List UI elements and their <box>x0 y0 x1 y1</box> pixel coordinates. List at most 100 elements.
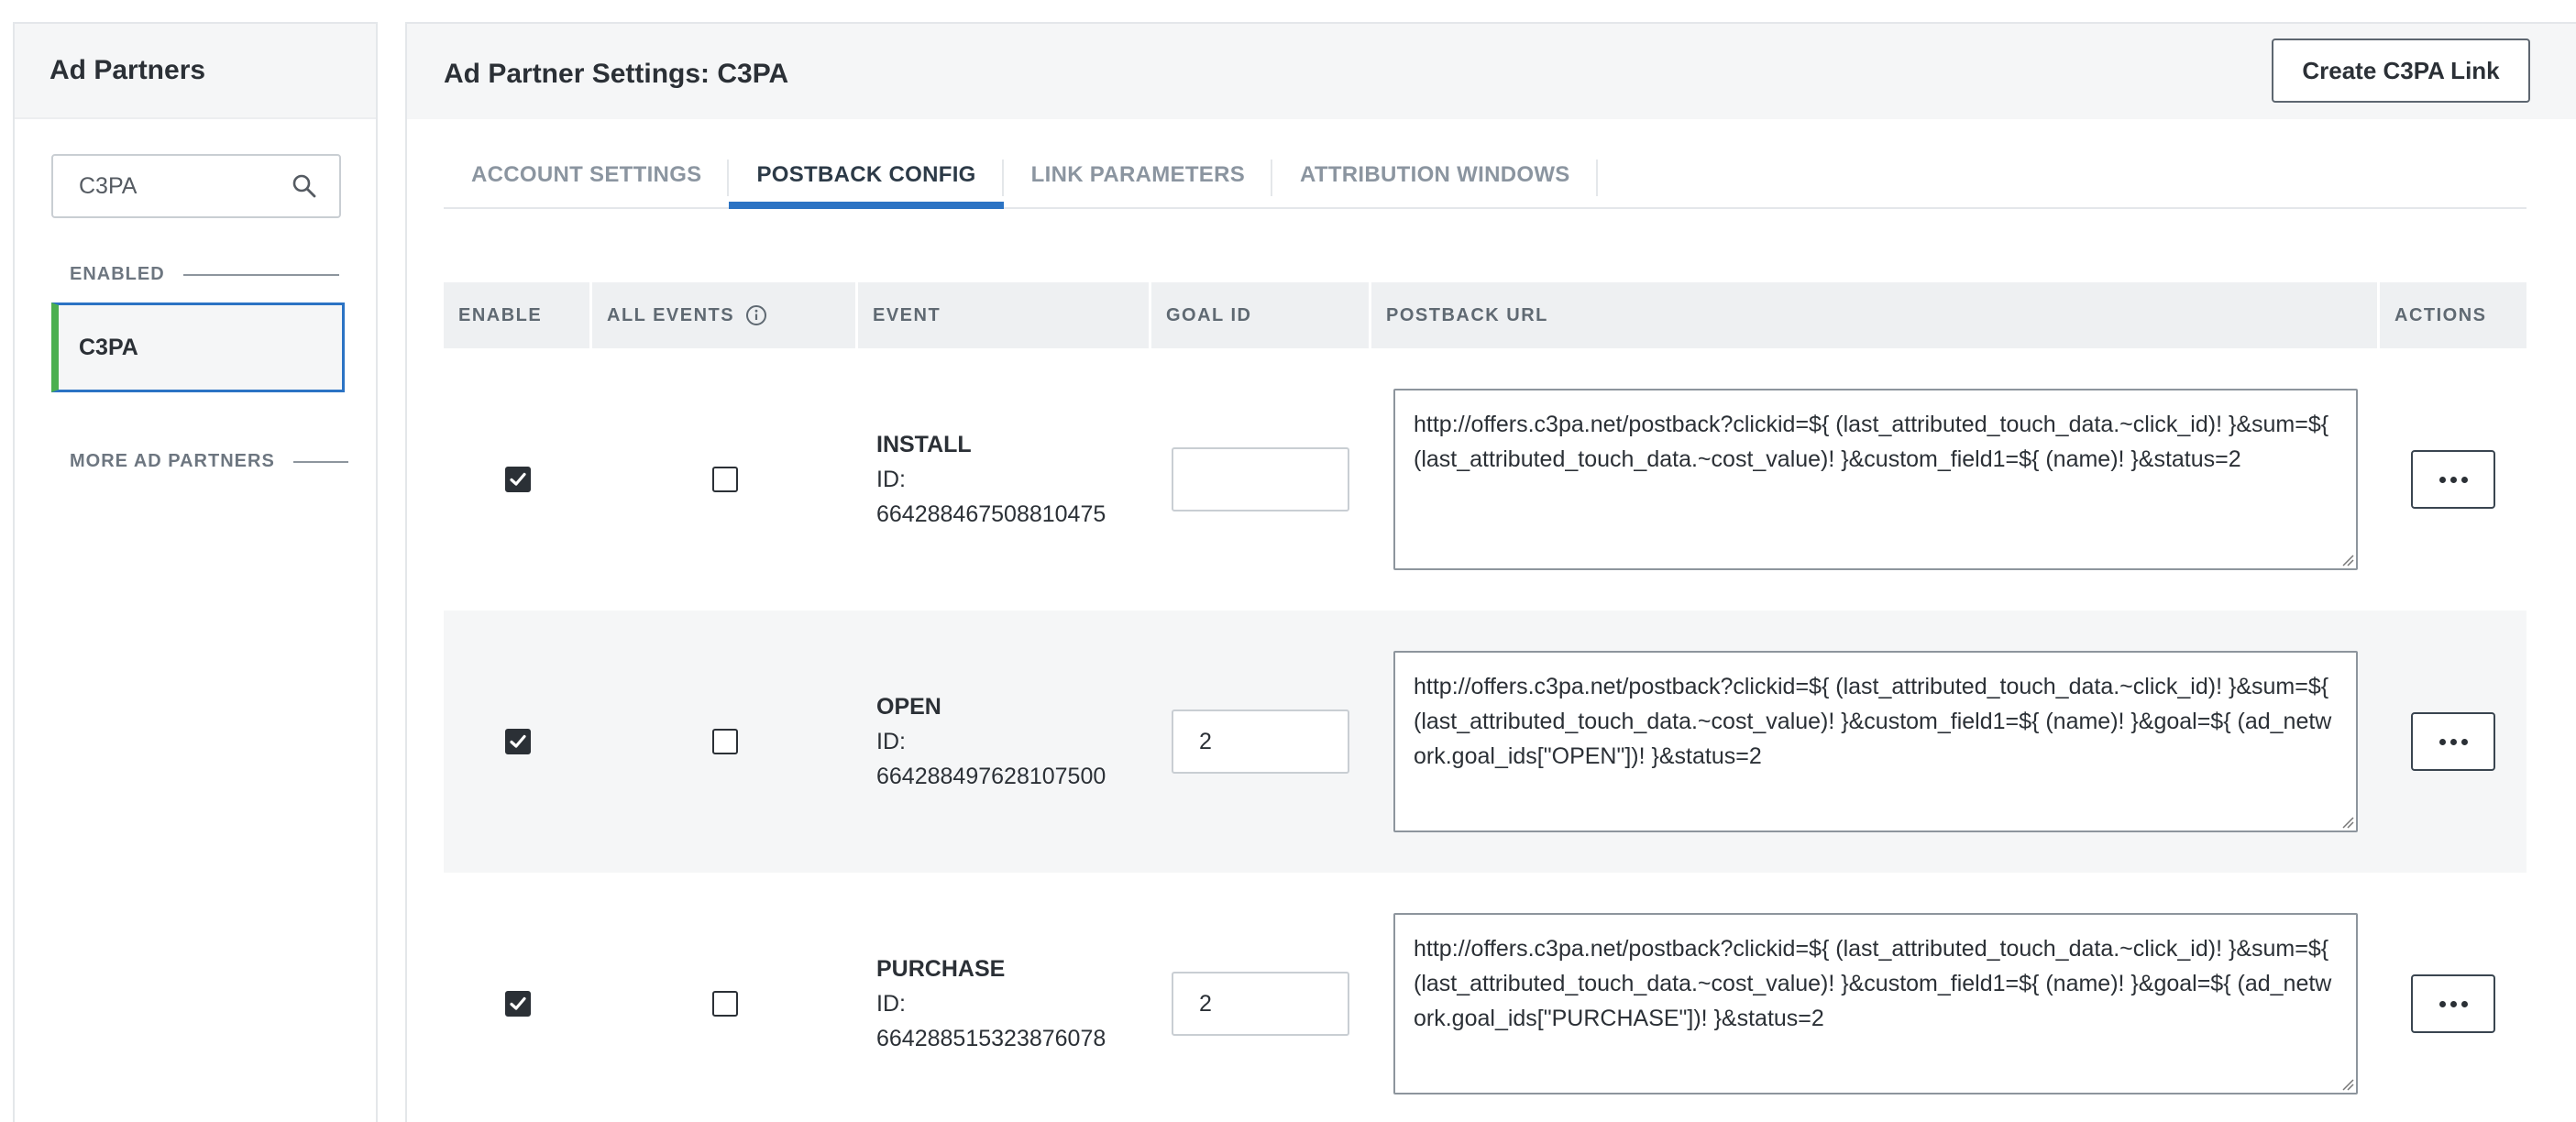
event-id-label: ID: <box>876 991 906 1017</box>
postback-url-cell: http://offers.c3pa.net/postback?clickid=… <box>1371 873 2380 1122</box>
enable-checkbox[interactable] <box>505 991 531 1017</box>
event-name: INSTALL <box>876 432 972 457</box>
enable-cell <box>444 348 592 610</box>
more-actions-button[interactable] <box>2411 974 2495 1033</box>
goal-id-cell <box>1151 610 1371 873</box>
goal-id-cell <box>1151 348 1371 610</box>
ellipsis-icon <box>2438 1000 2446 1007</box>
event-cell: OPEN ID: 664288497628107500 <box>858 610 1151 873</box>
ad-partners-title: Ad Partners <box>50 55 206 85</box>
resize-grip-icon[interactable] <box>2341 554 2354 566</box>
divider <box>292 460 348 463</box>
postback-table: ENABLE ALL EVENTS EVENT GOAL ID POSTBACK… <box>444 282 2526 1122</box>
actions-cell <box>2380 348 2526 610</box>
all-events-cell <box>592 610 858 873</box>
info-icon[interactable] <box>745 304 767 326</box>
tab-link-parameters[interactable]: LINK PARAMETERS <box>1004 143 1273 207</box>
postback-url-cell: http://offers.c3pa.net/postback?clickid=… <box>1371 348 2380 610</box>
more-actions-button[interactable] <box>2411 450 2495 509</box>
postback-url-cell: http://offers.c3pa.net/postback?clickid=… <box>1371 610 2380 873</box>
postback-url-text[interactable]: http://offers.c3pa.net/postback?clickid=… <box>1414 674 2331 769</box>
more-partners-section-label[interactable]: MORE AD PARTNERS <box>70 451 348 472</box>
goal-id-input[interactable] <box>1172 447 1349 512</box>
table-row: PURCHASE ID: 664288515323876078 http://o… <box>444 873 2526 1122</box>
ellipsis-icon <box>2438 738 2446 745</box>
ellipsis-icon <box>2449 738 2457 745</box>
header-event: EVENT <box>858 282 1151 348</box>
enable-checkbox[interactable] <box>505 467 531 492</box>
enable-checkbox[interactable] <box>505 729 531 754</box>
table-row: INSTALL ID: 664288467508810475 http://of… <box>444 348 2526 610</box>
active-tab-indicator <box>729 202 1004 209</box>
all-events-checkbox[interactable] <box>712 467 738 492</box>
postback-url-text[interactable]: http://offers.c3pa.net/postback?clickid=… <box>1414 412 2328 472</box>
event-id: 664288515323876078 <box>876 1026 1106 1051</box>
event-id: 664288497628107500 <box>876 764 1106 789</box>
enabled-label-text: ENABLED <box>70 264 165 284</box>
ad-partners-header: Ad Partners <box>15 24 376 119</box>
all-events-cell <box>592 873 858 1122</box>
enable-cell <box>444 610 592 873</box>
goal-id-input[interactable] <box>1172 710 1349 774</box>
event-name: OPEN <box>876 694 941 720</box>
divider <box>182 273 339 276</box>
event-info: PURCHASE ID: 664288515323876078 <box>876 952 1106 1056</box>
page-title: Ad Partner Settings: C3PA <box>444 59 789 89</box>
more-partners-label-text[interactable]: MORE AD PARTNERS <box>70 451 275 472</box>
resize-grip-icon[interactable] <box>2341 816 2354 829</box>
ellipsis-icon <box>2460 476 2468 483</box>
event-info: OPEN ID: 664288497628107500 <box>876 689 1106 794</box>
table-row: OPEN ID: 664288497628107500 http://offer… <box>444 610 2526 873</box>
header-enable: ENABLE <box>444 282 592 348</box>
tab-label[interactable]: POSTBACK CONFIG <box>756 162 975 188</box>
all-events-cell <box>592 348 858 610</box>
tab-label[interactable]: ATTRIBUTION WINDOWS <box>1300 162 1570 188</box>
header-all-events: ALL EVENTS <box>592 282 858 348</box>
event-name: PURCHASE <box>876 956 1006 982</box>
resize-grip-icon[interactable] <box>2341 1078 2354 1091</box>
header-all-events-label: ALL EVENTS <box>607 304 735 325</box>
goal-id-input[interactable] <box>1172 972 1349 1036</box>
ellipsis-icon <box>2438 476 2446 483</box>
create-link-button[interactable]: Create C3PA Link <box>2272 38 2530 103</box>
partner-search-value[interactable]: C3PA <box>79 173 137 200</box>
event-info: INSTALL ID: 664288467508810475 <box>876 427 1106 532</box>
actions-cell <box>2380 873 2526 1122</box>
more-actions-button[interactable] <box>2411 712 2495 771</box>
tab-account-settings[interactable]: ACCOUNT SETTINGS <box>444 143 730 207</box>
tab-label[interactable]: ACCOUNT SETTINGS <box>471 162 701 188</box>
ellipsis-icon <box>2449 1000 2457 1007</box>
ellipsis-icon <box>2460 738 2468 745</box>
event-id-label: ID: <box>876 467 906 492</box>
postback-url-text[interactable]: http://offers.c3pa.net/postback?clickid=… <box>1414 936 2331 1031</box>
event-id-label: ID: <box>876 729 906 754</box>
actions-cell <box>2380 610 2526 873</box>
tab-attribution-windows[interactable]: ATTRIBUTION WINDOWS <box>1272 143 1598 207</box>
postback-url-textarea[interactable]: http://offers.c3pa.net/postback?clickid=… <box>1393 389 2358 570</box>
partner-item-c3pa[interactable]: C3PA <box>51 302 345 392</box>
enable-cell <box>444 873 592 1122</box>
header-actions: ACTIONS <box>2394 304 2487 325</box>
enabled-section-label: ENABLED <box>70 264 339 285</box>
header-goal-id: GOAL ID <box>1151 282 1371 348</box>
ellipsis-icon <box>2460 1000 2468 1007</box>
partner-settings-header: Ad Partner Settings: C3PA Create C3PA Li… <box>407 24 2576 119</box>
event-cell: PURCHASE ID: 664288515323876078 <box>858 873 1151 1122</box>
ad-partners-panel: Ad Partners C3PA ENABLED C3PA MORE AD PA… <box>13 22 378 1122</box>
settings-tabs: ACCOUNT SETTINGS POSTBACK CONFIG LINK PA… <box>444 143 2526 209</box>
all-events-checkbox[interactable] <box>712 729 738 754</box>
search-icon[interactable] <box>292 173 317 199</box>
event-cell: INSTALL ID: 664288467508810475 <box>858 348 1151 610</box>
header-postback-url: POSTBACK URL <box>1371 282 2380 348</box>
postback-url-textarea[interactable]: http://offers.c3pa.net/postback?clickid=… <box>1393 651 2358 832</box>
ellipsis-icon <box>2449 476 2457 483</box>
goal-id-cell <box>1151 873 1371 1122</box>
partner-search-input[interactable]: C3PA <box>51 154 341 218</box>
tab-postback-config[interactable]: POSTBACK CONFIG <box>729 143 1004 209</box>
all-events-checkbox[interactable] <box>712 991 738 1017</box>
event-id: 664288467508810475 <box>876 501 1106 527</box>
partner-settings-panel: Ad Partner Settings: C3PA Create C3PA Li… <box>405 22 2576 1122</box>
postback-url-textarea[interactable]: http://offers.c3pa.net/postback?clickid=… <box>1393 913 2358 1094</box>
tab-label[interactable]: LINK PARAMETERS <box>1031 162 1245 188</box>
table-header: ENABLE ALL EVENTS EVENT GOAL ID POSTBACK… <box>444 282 2526 348</box>
